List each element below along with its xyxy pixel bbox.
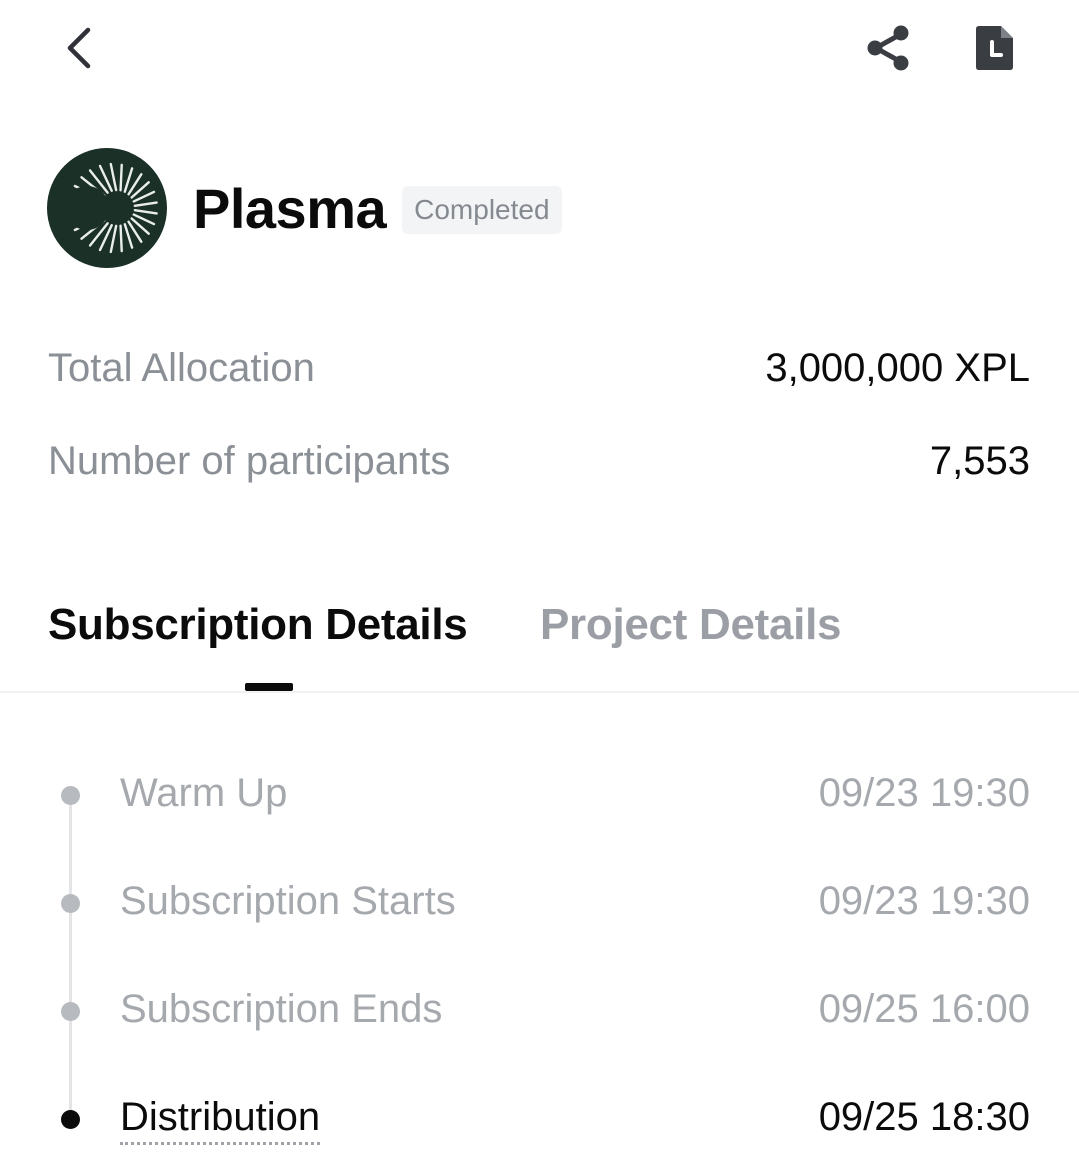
timeline-dot [61,786,80,805]
timeline-time: 09/23 19:30 [818,771,1030,815]
timeline-line [69,796,72,1118]
stat-value: 3,000,000 XPL [765,345,1030,390]
subscription-timeline: Warm Up 09/23 19:30 Subscription Starts … [0,740,1079,1170]
document-clock-icon [976,26,1013,70]
timeline-item-subscription-starts: Subscription Starts 09/23 19:30 [0,873,1079,933]
tab-subscription-details[interactable]: Subscription Details [48,600,468,650]
stat-row-total-allocation: Total Allocation 3,000,000 XPL [48,338,1030,398]
history-button[interactable] [966,20,1022,76]
project-header: Plasma Completed [47,148,562,268]
share-button[interactable] [860,20,916,76]
timeline-dot [61,1002,80,1021]
top-bar [0,0,1079,100]
timeline-dot-current [61,1110,80,1129]
timeline-time: 09/25 16:00 [818,987,1030,1031]
status-badge: Completed [402,186,562,234]
timeline-item-warm-up: Warm Up 09/23 19:30 [0,765,1079,825]
timeline-time: 09/23 19:30 [818,879,1030,923]
share-icon [867,25,909,71]
timeline-time: 09/25 18:30 [818,1095,1030,1139]
timeline-label: Warm Up [120,771,288,815]
stat-row-participants: Number of participants 7,553 [48,431,1030,491]
tab-project-details[interactable]: Project Details [540,600,841,650]
detail-tabs: Subscription Details Project Details [0,590,1079,693]
project-name: Plasma [193,176,387,240]
stat-label: Number of participants [48,438,451,483]
timeline-dot [61,894,80,913]
timeline-item-subscription-ends: Subscription Ends 09/25 16:00 [0,981,1079,1041]
plasma-logo-icon [65,162,158,254]
chevron-left-icon [67,27,91,69]
stat-value: 7,553 [929,438,1030,483]
timeline-label: Subscription Ends [120,987,443,1031]
timeline-item-distribution: Distribution 09/25 18:30 [0,1089,1079,1149]
back-button[interactable] [52,22,104,74]
timeline-label: Subscription Starts [120,879,456,923]
timeline-label-distribution[interactable]: Distribution [120,1095,321,1145]
stat-label: Total Allocation [48,345,315,390]
project-logo [47,148,167,268]
active-tab-indicator [245,683,293,691]
